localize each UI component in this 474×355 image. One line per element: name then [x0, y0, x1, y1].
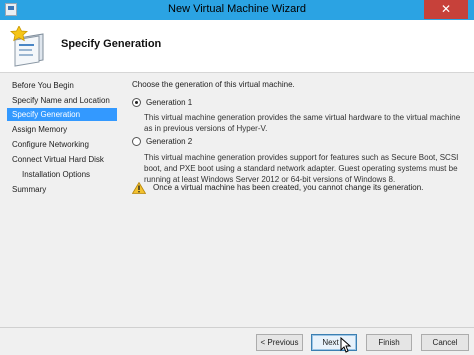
button-bar: < Previous Next > Finish Cancel [0, 327, 474, 355]
generation-2-description: This virtual machine generation provides… [144, 153, 459, 184]
generation-1-description: This virtual machine generation provides… [144, 113, 461, 133]
page-title: Specify Generation [61, 38, 162, 50]
window-title: New Virtual Machine Wizard [168, 3, 306, 15]
intro-text: Choose the generation of this virtual ma… [132, 80, 295, 89]
nav-item-specify-name-and-location[interactable]: Specify Name and Location [7, 94, 117, 107]
warning-icon [132, 182, 146, 194]
nav-item-connect-virtual-hard-disk[interactable]: Connect Virtual Hard Disk [7, 153, 117, 166]
generation-1-label[interactable]: Generation 1 [146, 98, 192, 107]
nav-item-installation-options[interactable]: Installation Options [7, 168, 117, 181]
cancel-button[interactable]: Cancel [421, 334, 469, 351]
title-bar: New Virtual Machine Wizard ✕ [0, 0, 474, 20]
nav-item-assign-memory[interactable]: Assign Memory [7, 123, 117, 136]
close-button[interactable]: ✕ [424, 0, 468, 19]
finish-button[interactable]: Finish [366, 334, 412, 351]
nav-item-before-you-begin[interactable]: Before You Begin [7, 79, 117, 92]
nav-item-summary[interactable]: Summary [7, 183, 117, 196]
warning-text: Once a virtual machine has been created,… [153, 183, 424, 192]
generation-1-radio[interactable] [132, 98, 141, 107]
main-content: Choose the generation of this virtual ma… [122, 73, 474, 327]
wizard-page-icon [9, 25, 49, 70]
nav-item-configure-networking[interactable]: Configure Networking [7, 138, 117, 151]
page-header: Specify Generation [0, 20, 474, 73]
generation-2-radio[interactable] [132, 137, 141, 146]
previous-button[interactable]: < Previous [256, 334, 303, 351]
wizard-step-list: Before You Begin Specify Name and Locati… [0, 73, 118, 354]
mouse-pointer-icon [340, 337, 352, 353]
nav-item-specify-generation[interactable]: Specify Generation [7, 108, 117, 121]
generation-2-label[interactable]: Generation 2 [146, 137, 192, 146]
